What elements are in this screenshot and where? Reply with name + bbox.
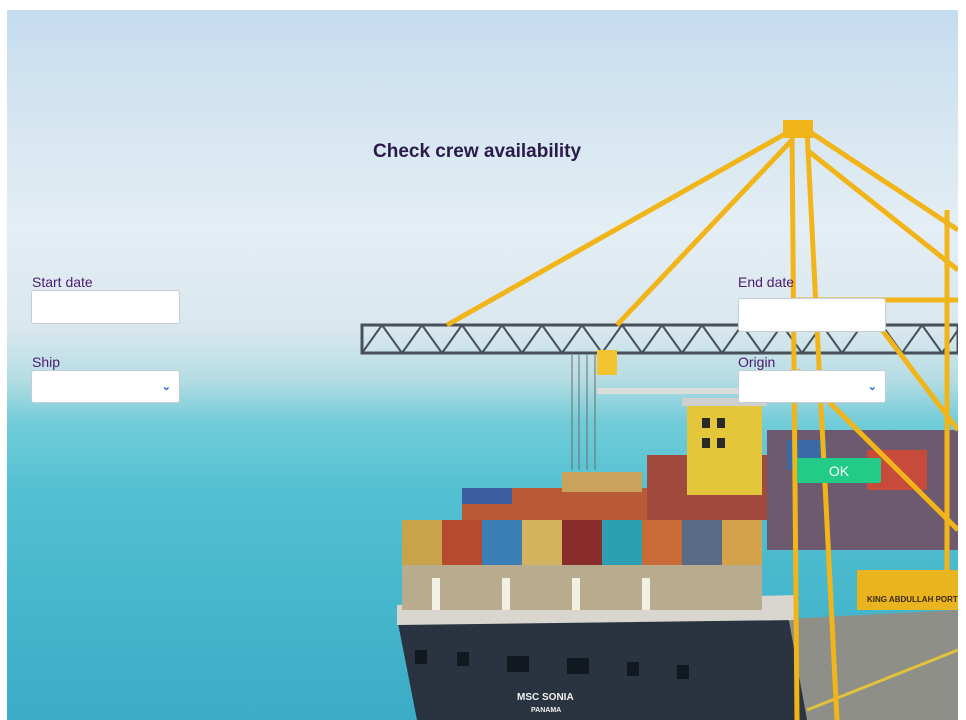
page-title: Check crew availability <box>373 141 582 162</box>
ok-button[interactable]: OK <box>797 458 881 483</box>
ship-label: Ship <box>32 354 61 370</box>
ship-registry: PANAMA <box>531 707 561 714</box>
chevron-down-icon: ⌄ <box>161 381 171 393</box>
ship-name: MSC SONIA <box>517 692 574 703</box>
end-date-input[interactable] <box>738 298 886 332</box>
start-date-label: Start date <box>32 274 93 290</box>
origin-label: Origin <box>738 354 776 370</box>
origin-select[interactable]: ⌄ <box>738 370 886 403</box>
page-frame: KING ABDULLAH PORT MSC SONIA PANAMA Chec… <box>7 10 958 720</box>
end-date-label: End date <box>738 274 795 290</box>
port-background-image: KING ABDULLAH PORT MSC SONIA PANAMA <box>360 120 958 720</box>
port-sign: KING ABDULLAH PORT <box>867 595 958 604</box>
start-date-input[interactable] <box>31 290 180 324</box>
chevron-down-icon: ⌄ <box>867 381 877 393</box>
ship-select[interactable]: ⌄ <box>31 370 180 403</box>
